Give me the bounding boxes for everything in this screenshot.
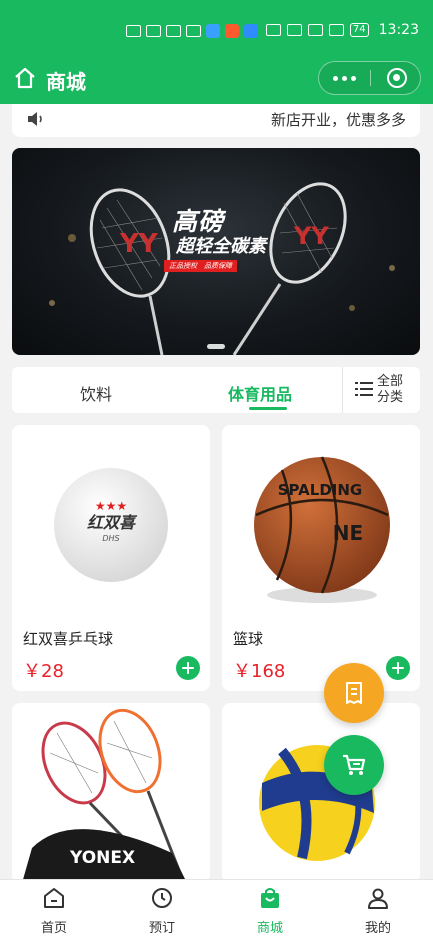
- cart-icon: [343, 754, 366, 775]
- badminton-racket-image: YONEX: [22, 708, 187, 883]
- banner-subtitle: 超轻全碳素: [176, 236, 266, 257]
- add-to-cart-icon[interactable]: [176, 656, 200, 680]
- tab-mine-label: 我的: [364, 921, 391, 936]
- promo-banner[interactable]: YY YY 高磅 超轻全碳素 正品授权 品质保障: [12, 148, 420, 355]
- svg-text:★★★: ★★★: [95, 499, 127, 513]
- status-time: 13:23: [378, 22, 419, 38]
- ball-sub: DHS: [102, 534, 119, 543]
- tab-booking-label: 预订: [148, 921, 175, 936]
- ball-brand: SPALDING: [278, 481, 363, 499]
- tab-shop[interactable]: 商城: [230, 886, 310, 936]
- product-card[interactable]: SPALDING NE 篮球 ￥168: [222, 425, 420, 691]
- svg-text:NE: NE: [333, 521, 363, 545]
- speaker-icon: [28, 112, 42, 126]
- nav-row: 商城: [0, 58, 433, 102]
- bluetooth-icon: [307, 24, 323, 36]
- bottom-tab-bar: 首页 预订 商城 我的: [0, 879, 433, 943]
- notice-text: 新店开业，优惠多多: [270, 111, 406, 129]
- category-tabs: 饮料 体育用品 全部 分类: [12, 367, 420, 413]
- active-tab-indicator: [249, 407, 287, 410]
- product-card[interactable]: [222, 703, 420, 883]
- miniprogram-capsule: [318, 61, 421, 95]
- banner-tag: 正品授权 品质保障: [164, 260, 237, 272]
- news-app-icon: [225, 24, 239, 38]
- svg-text:YY: YY: [293, 222, 329, 250]
- status-left-icons: [126, 24, 258, 38]
- all-categories-label-2: 分类: [377, 390, 404, 405]
- order-list-button[interactable]: [324, 663, 384, 723]
- battery-icon: 74: [349, 23, 369, 37]
- product-price: ￥168: [233, 661, 286, 682]
- tab-sports[interactable]: 体育用品: [228, 381, 292, 405]
- signal-icon: [146, 25, 161, 37]
- tab-drinks[interactable]: 饮料: [80, 381, 112, 405]
- shop-bag-icon: [261, 888, 279, 908]
- notice-bar[interactable]: 新店开业，优惠多多: [12, 104, 420, 137]
- receipt-icon: [346, 682, 362, 704]
- add-to-cart-icon[interactable]: [386, 656, 410, 680]
- all-categories-button[interactable]: 全部 分类: [377, 374, 403, 406]
- top-bar: 74 13:23 商城: [0, 0, 433, 104]
- all-categories-label-1: 全部: [377, 374, 404, 389]
- user-icon: [368, 888, 388, 909]
- page-title: 商城: [46, 70, 86, 94]
- status-right-icons: 74 13:23: [265, 22, 419, 38]
- close-target-icon[interactable]: [387, 68, 407, 88]
- list-icon[interactable]: [355, 380, 373, 398]
- nfc-icon: [265, 24, 281, 36]
- volleyball-image: [259, 745, 375, 861]
- wifi-icon: [186, 25, 201, 37]
- ping-pong-ball-image: ★★★ 红双喜 DHS: [54, 468, 168, 582]
- search-app-icon: [206, 24, 220, 38]
- clock-icon: [152, 888, 172, 908]
- signal-icon-2: [166, 25, 181, 37]
- hd-icon: [126, 25, 141, 37]
- alarm-icon: [286, 24, 302, 36]
- carousel-indicator: [207, 344, 225, 349]
- product-card[interactable]: YONEX: [12, 703, 210, 883]
- home-icon: [44, 888, 64, 908]
- product-price: ￥28: [23, 661, 64, 682]
- product-card[interactable]: ★★★ 红双喜 DHS 红双喜乒乓球 ￥28: [12, 425, 210, 691]
- product-name: 篮球: [233, 630, 264, 648]
- shield-app-icon: [244, 24, 258, 38]
- tab-mine[interactable]: 我的: [338, 886, 418, 936]
- status-bar: 74 13:23: [0, 18, 433, 46]
- cart-button[interactable]: [324, 735, 384, 795]
- more-dots-icon[interactable]: [319, 62, 370, 94]
- home-icon[interactable]: [13, 66, 37, 90]
- tab-shop-label: 商城: [256, 921, 283, 936]
- tab-home[interactable]: 首页: [14, 886, 94, 936]
- product-name: 红双喜乒乓球: [23, 630, 114, 648]
- ball-brand: 红双喜: [87, 513, 138, 532]
- basketball-image: SPALDING NE: [254, 456, 390, 603]
- tab-booking[interactable]: 预订: [122, 886, 202, 936]
- vibrate-icon: [328, 24, 344, 36]
- tab-home-label: 首页: [40, 921, 67, 936]
- bag-brand: YONEX: [69, 848, 135, 868]
- svg-text:YY: YY: [119, 229, 159, 259]
